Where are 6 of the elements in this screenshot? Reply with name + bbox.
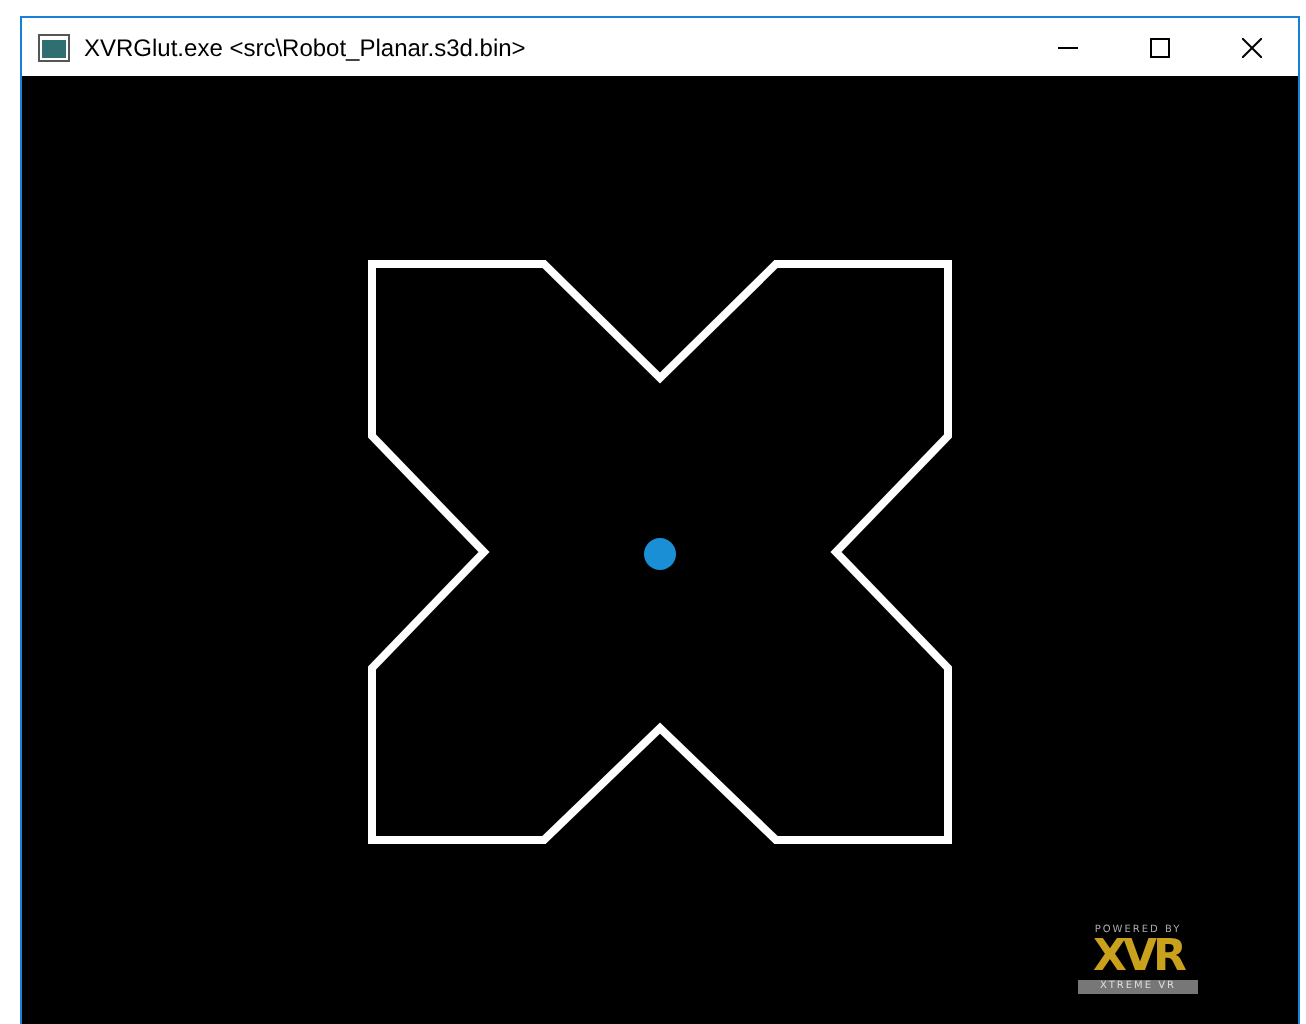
robot-dot	[644, 538, 676, 570]
logo-mark: XVR	[1093, 936, 1183, 980]
app-icon	[38, 33, 70, 61]
maximize-icon	[1150, 37, 1170, 57]
close-icon	[1242, 37, 1262, 57]
window-title: XVRGlut.exe <src\Robot_Planar.s3d.bin>	[84, 33, 528, 61]
